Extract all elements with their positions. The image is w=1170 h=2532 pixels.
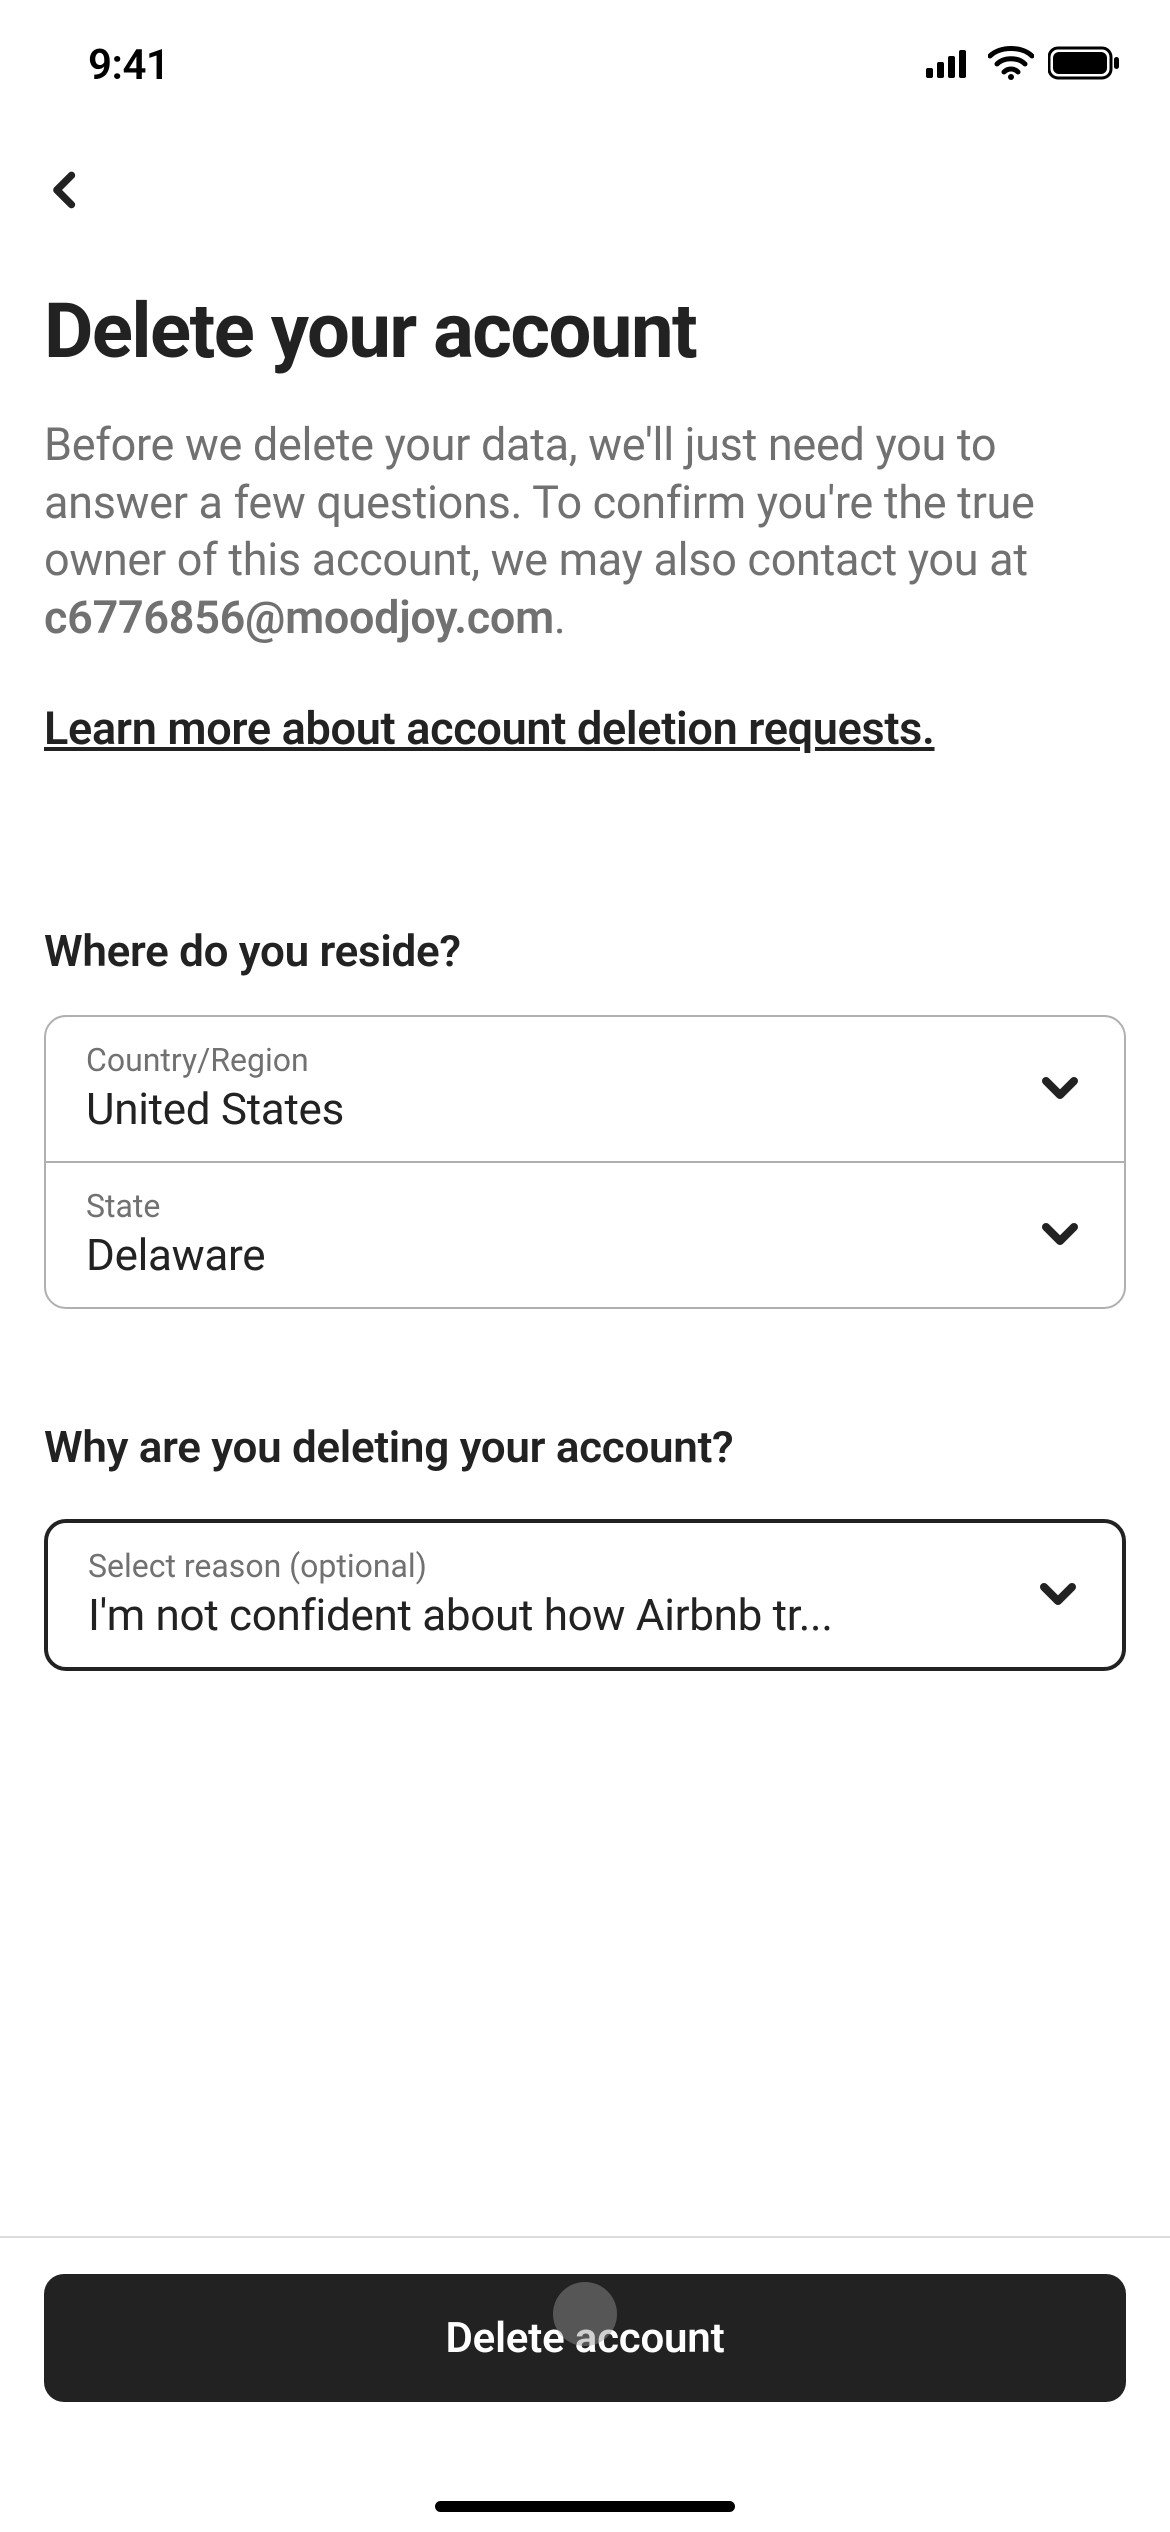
page-title: Delete your account <box>44 286 1126 376</box>
reason-select[interactable]: Select reason (optional) I'm not confide… <box>44 1519 1126 1671</box>
reside-question-label: Where do you reside? <box>44 925 1126 977</box>
description-text-suffix: . <box>554 591 566 644</box>
footer-bar: Delete account <box>0 2236 1170 2532</box>
description-text-prefix: Before we delete your data, we'll just n… <box>44 418 1035 586</box>
page-description: Before we delete your data, we'll just n… <box>44 416 1126 646</box>
learn-more-link[interactable]: Learn more about account deletion reques… <box>44 702 935 755</box>
battery-icon <box>1048 46 1120 84</box>
reason-question-label: Why are you deleting your account? <box>44 1421 1126 1473</box>
wifi-icon <box>988 46 1034 84</box>
tap-indicator <box>553 2282 617 2346</box>
status-time: 9:41 <box>88 41 169 90</box>
back-button[interactable] <box>44 168 1126 216</box>
main-content: Delete your account Before we delete you… <box>0 216 1170 1671</box>
chevron-down-icon <box>1036 1063 1084 1115</box>
status-icons <box>926 46 1120 84</box>
state-value: Delaware <box>86 1229 1004 1281</box>
state-floating-label: State <box>86 1187 1004 1225</box>
country-floating-label: Country/Region <box>86 1041 1004 1079</box>
state-select[interactable]: State Delaware <box>46 1161 1124 1307</box>
contact-email: c6776856@moodjoy.com <box>44 591 554 644</box>
delete-account-button[interactable]: Delete account <box>44 2274 1126 2402</box>
reside-select-group: Country/Region United States State Delaw… <box>44 1015 1126 1309</box>
chevron-down-icon <box>1034 1569 1082 1621</box>
home-indicator[interactable] <box>435 2501 735 2512</box>
reason-value: I'm not confident about how Airbnb tr... <box>88 1589 1002 1641</box>
cellular-icon <box>926 48 974 82</box>
chevron-down-icon <box>1036 1209 1084 1261</box>
country-value: United States <box>86 1083 1004 1135</box>
country-select[interactable]: Country/Region United States <box>46 1017 1124 1161</box>
status-bar: 9:41 <box>0 0 1170 130</box>
reason-floating-label: Select reason (optional) <box>88 1547 1002 1585</box>
